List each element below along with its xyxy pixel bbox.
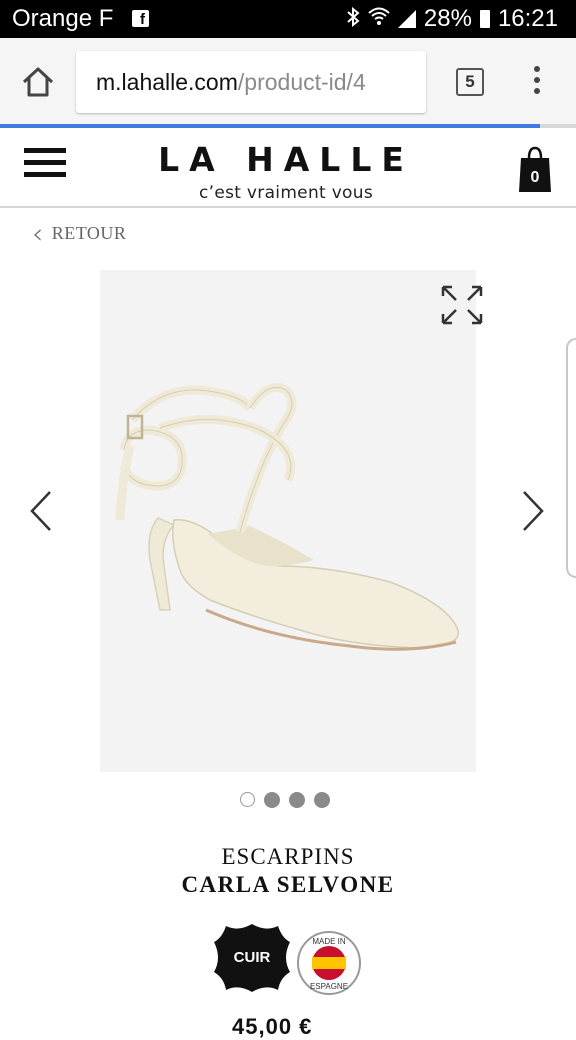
battery-level: 28% [423, 5, 472, 32]
carousel-dot-2[interactable] [264, 792, 280, 808]
url-domain: m.lahalle.com [96, 69, 238, 95]
side-drawer-handle[interactable] [566, 338, 576, 578]
product-image[interactable] [100, 270, 476, 772]
leather-badge-icon: CUIR [212, 918, 292, 996]
chevron-left-icon: ‹ [32, 216, 44, 250]
signal-icon [397, 10, 416, 28]
carrier-label: Orange F [12, 5, 114, 32]
home-icon[interactable] [20, 64, 56, 100]
tab-switcher-button[interactable]: 5 [456, 68, 484, 96]
fullscreen-icon[interactable] [440, 284, 484, 326]
hamburger-menu-icon[interactable] [24, 148, 66, 182]
wifi-icon [368, 5, 390, 33]
product-price: 45,00 € [232, 1014, 313, 1039]
previous-image-arrow-icon[interactable] [26, 488, 56, 534]
carousel-dot-1[interactable] [240, 792, 255, 807]
url-text: m.lahalle.com/product-id/4 [96, 69, 366, 96]
url-path: /product-id/4 [237, 69, 366, 95]
browser-toolbar: m.lahalle.com/product-id/4 5 [0, 38, 576, 124]
back-label: RETOUR [51, 222, 127, 243]
svg-text:ESPAGNE: ESPAGNE [310, 982, 348, 991]
status-indicators: 28% 16:21 [346, 5, 558, 33]
made-in-spain-badge-icon: MADE IN ESPAGNE [296, 930, 362, 996]
battery-icon [479, 10, 490, 28]
carousel-dot-4[interactable] [314, 792, 330, 808]
carousel-indicators [240, 792, 330, 808]
cart-count: 0 [531, 169, 540, 186]
product-name: CARLA SELVONE [181, 872, 395, 897]
back-link[interactable]: ‹ RETOUR [32, 216, 127, 250]
site-header: LA HALLE c’est vraiment vous [0, 128, 576, 208]
next-image-arrow-icon[interactable] [518, 488, 548, 534]
clock: 16:21 [497, 5, 558, 32]
url-bar[interactable]: m.lahalle.com/product-id/4 [76, 51, 426, 113]
svg-text:MADE IN: MADE IN [312, 937, 346, 946]
status-bar: Orange F f 28% 16:21 [0, 0, 576, 38]
logo-wordmark: LA HALLE [158, 140, 414, 179]
bluetooth-icon [346, 6, 360, 32]
logo-tagline: c’est vraiment vous [199, 183, 373, 203]
leather-badge-label: CUIR [234, 949, 271, 966]
shopping-bag-button[interactable]: 0 [518, 146, 552, 194]
overflow-menu-icon[interactable] [534, 66, 540, 99]
product-category: ESCARPINS [221, 844, 355, 869]
carousel-dot-3[interactable] [289, 792, 305, 808]
facebook-notification-icon: f [132, 10, 149, 28]
site-logo[interactable]: LA HALLE c’est vraiment vous [150, 140, 422, 203]
